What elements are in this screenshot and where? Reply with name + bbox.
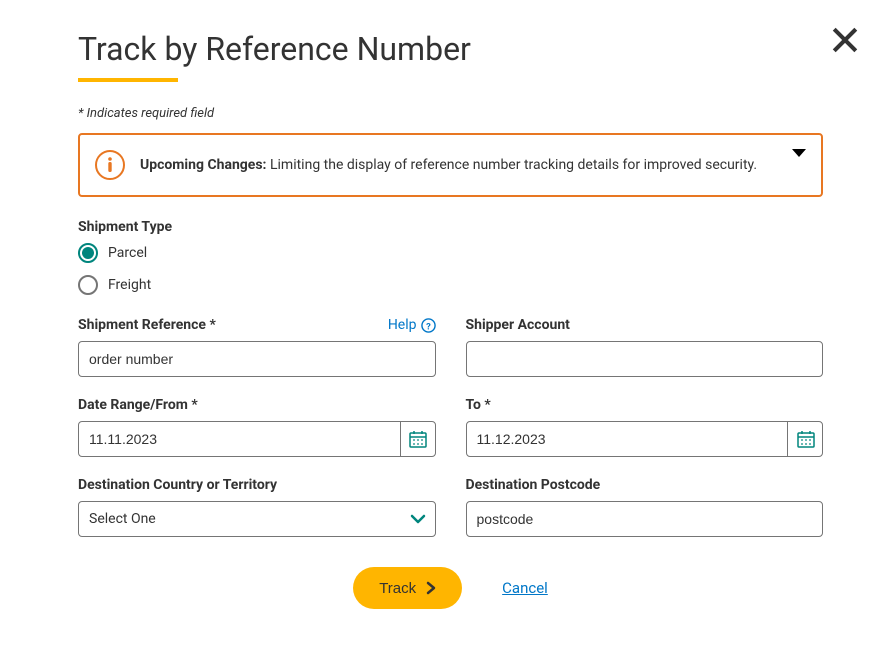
country-label: Destination Country or Territory: [78, 477, 436, 493]
reference-label: Shipment Reference *: [78, 317, 216, 333]
page-title: Track by Reference Number: [78, 30, 823, 68]
banner-bold: Upcoming Changes:: [140, 157, 267, 173]
postcode-label: Destination Postcode: [466, 477, 824, 493]
radio-indicator-selected: [78, 243, 98, 263]
close-icon: [831, 26, 859, 54]
banner-text: Upcoming Changes: Limiting the display o…: [140, 157, 757, 173]
help-link[interactable]: Help ?: [388, 317, 436, 333]
actions-row: Track Cancel: [78, 567, 823, 609]
date-to-label: To *: [466, 397, 824, 413]
svg-text:?: ?: [426, 321, 431, 332]
banner-rest: Limiting the display of reference number…: [267, 157, 758, 173]
radio-label-parcel: Parcel: [108, 245, 147, 261]
date-from-input[interactable]: [78, 421, 436, 457]
radio-freight[interactable]: Freight: [78, 275, 823, 295]
postcode-input[interactable]: [466, 501, 824, 537]
help-icon: ?: [421, 318, 436, 333]
chevron-right-icon: [426, 581, 436, 595]
radio-indicator-unselected: [78, 275, 98, 295]
date-to-input[interactable]: [466, 421, 824, 457]
cancel-link[interactable]: Cancel: [502, 579, 548, 597]
help-text: Help: [388, 317, 417, 333]
shipper-account-label: Shipper Account: [466, 317, 824, 333]
radio-parcel[interactable]: Parcel: [78, 243, 823, 263]
country-select[interactable]: Select One: [78, 501, 436, 537]
date-from-calendar-button[interactable]: [400, 421, 436, 457]
info-icon: [94, 149, 126, 181]
track-button-label: Track: [379, 580, 416, 597]
title-underline: [78, 78, 178, 82]
country-selected-value: Select One: [89, 511, 156, 527]
chevron-down-icon: [791, 147, 807, 159]
close-button[interactable]: [829, 24, 861, 56]
calendar-icon: [796, 429, 816, 449]
reference-input[interactable]: [78, 341, 436, 377]
shipment-type-label: Shipment Type: [78, 219, 823, 235]
track-button[interactable]: Track: [353, 567, 462, 609]
radio-label-freight: Freight: [108, 277, 151, 293]
shipment-type-group: Shipment Type Parcel Freight: [78, 219, 823, 295]
required-field-note: * Indicates required field: [78, 106, 823, 121]
date-from-label: Date Range/From *: [78, 397, 436, 413]
date-to-calendar-button[interactable]: [787, 421, 823, 457]
calendar-icon: [408, 429, 428, 449]
shipper-account-input[interactable]: [466, 341, 824, 377]
info-banner[interactable]: Upcoming Changes: Limiting the display o…: [78, 133, 823, 197]
